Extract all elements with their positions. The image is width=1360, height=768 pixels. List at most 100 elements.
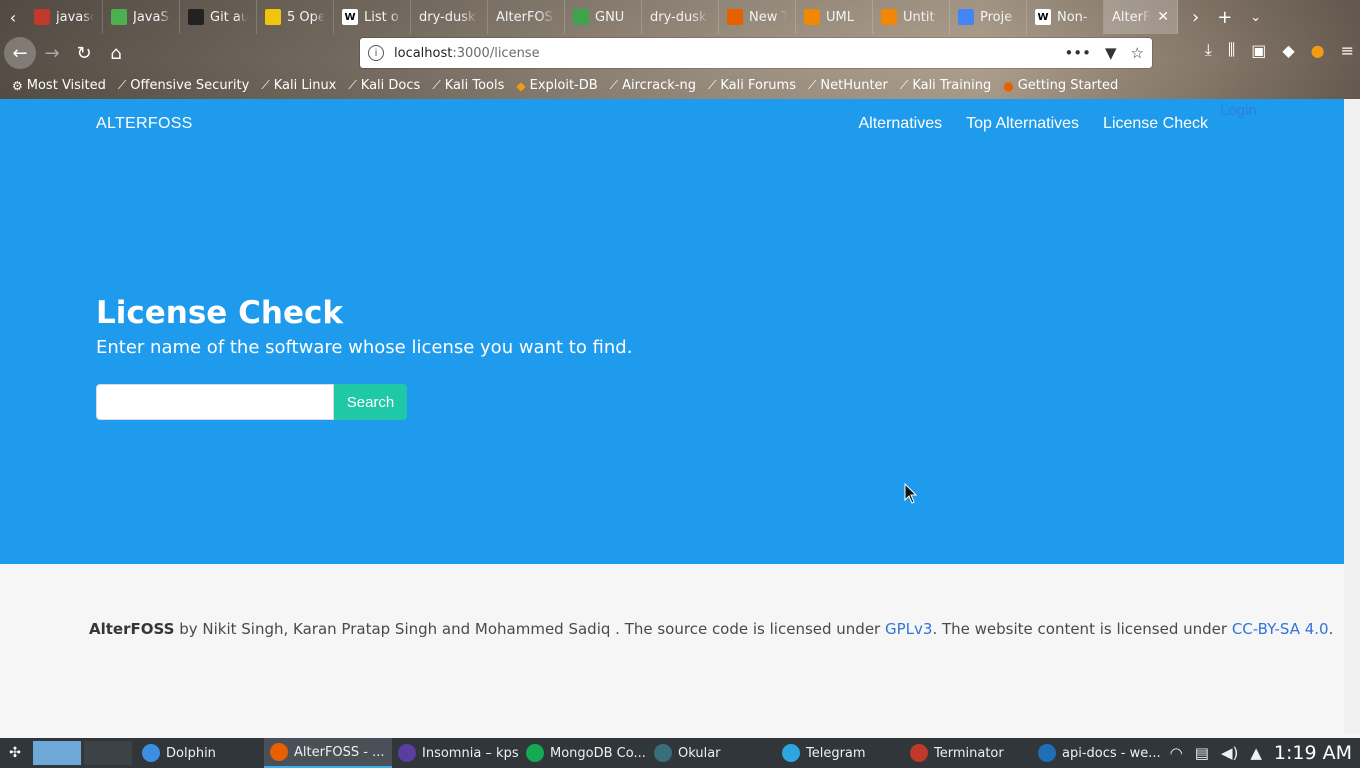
bookmark-label: NetHunter: [820, 78, 888, 93]
close-tab-icon[interactable]: ✕: [1157, 9, 1169, 25]
bookmark-item[interactable]: ● Getting Started: [1003, 78, 1118, 93]
tab-10[interactable]: UML: [796, 0, 873, 34]
virtual-desktop-2[interactable]: [84, 741, 132, 765]
draw-favicon: [804, 9, 820, 25]
bookmark-item[interactable]: ⟋ Kali Docs: [348, 78, 420, 93]
taskbar-task[interactable]: AlterFOSS - ...: [264, 738, 392, 768]
bookmark-item[interactable]: ◆ Exploit-DB: [516, 78, 597, 93]
tab-4[interactable]: W List o: [334, 0, 411, 34]
kali-dragon-icon: ⟋: [432, 78, 441, 92]
task-label: MongoDB Co...: [550, 745, 646, 761]
volume-icon[interactable]: ◀): [1221, 744, 1238, 762]
tab-7[interactable]: GNU: [565, 0, 642, 34]
home-icon[interactable]: ⌂: [100, 37, 132, 69]
task-label: Telegram: [806, 745, 866, 761]
taskbar-task[interactable]: MongoDB Co...: [520, 738, 648, 768]
search-input[interactable]: [96, 384, 334, 420]
gplv3-link[interactable]: GPLv3: [885, 620, 932, 638]
reload-icon[interactable]: ↻: [68, 37, 100, 69]
task-label: Dolphin: [166, 745, 216, 761]
task-label: Insomnia – kps: [422, 745, 519, 761]
clock[interactable]: 1:19 AM: [1274, 742, 1352, 764]
tab-label: AlterF: [1112, 9, 1151, 25]
page-title: License Check: [96, 295, 343, 331]
bookmark-label: Kali Linux: [273, 78, 337, 93]
clipboard-icon[interactable]: ▤: [1195, 744, 1209, 762]
search-form: Search: [96, 384, 407, 420]
tab-8[interactable]: dry-dusk: [642, 0, 719, 34]
bookmark-item[interactable]: ⟋ Kali Training: [900, 78, 991, 93]
address-bar[interactable]: i localhost:3000/license ••• ▼ ☆: [360, 38, 1152, 68]
mongodb-icon: [526, 744, 544, 762]
github-favicon: [188, 9, 204, 25]
forward-icon[interactable]: →: [36, 37, 68, 69]
tab-label: Non-: [1057, 9, 1088, 25]
tab-12[interactable]: Proje: [950, 0, 1027, 34]
tab-label: Proje: [980, 9, 1013, 25]
tab-label: UML: [826, 9, 854, 25]
tab-6[interactable]: AlterFOS: [488, 0, 565, 34]
expand-tray-icon[interactable]: ▲: [1250, 744, 1262, 762]
bookmark-item[interactable]: ⟋ Kali Tools: [432, 78, 504, 93]
bookmark-label: Exploit-DB: [529, 78, 598, 93]
task-label: api-docs - we...: [1062, 745, 1160, 761]
scroll-tabs-right-icon[interactable]: ›: [1192, 7, 1199, 28]
bookmark-item[interactable]: ⟋ Kali Forums: [708, 78, 796, 93]
page-scrollbar[interactable]: [1344, 99, 1360, 733]
gear-icon: ⚙: [12, 78, 23, 93]
list-tabs-icon[interactable]: ⌄: [1250, 10, 1261, 25]
site-info-icon[interactable]: i: [368, 45, 384, 61]
firefox-icon: [270, 743, 288, 761]
tab-0[interactable]: javasc: [26, 0, 103, 34]
bookmark-item[interactable]: ⟋ Offensive Security: [118, 78, 249, 93]
scroll-tabs-left-icon[interactable]: ‹: [0, 0, 26, 34]
extension-icon[interactable]: ◆: [1282, 41, 1294, 60]
tab-label: New T: [749, 9, 787, 25]
library-icon[interactable]: ⫼: [1228, 40, 1235, 60]
bookmark-item[interactable]: ⟋ NetHunter: [808, 78, 888, 93]
back-icon[interactable]: ←: [4, 37, 36, 69]
taskbar-task[interactable]: Okular: [648, 738, 776, 768]
tab-9[interactable]: New T: [719, 0, 796, 34]
tab-11[interactable]: Untit: [873, 0, 950, 34]
bookmark-label: Kali Forums: [720, 78, 796, 93]
menu-icon[interactable]: ≡: [1341, 41, 1354, 60]
tab-2[interactable]: Git au: [180, 0, 257, 34]
taskbar-task[interactable]: api-docs - we...: [1032, 738, 1160, 768]
nav-license-check[interactable]: License Check: [1103, 115, 1208, 133]
login-link[interactable]: Login: [1220, 102, 1257, 119]
bookmark-star-icon[interactable]: ☆: [1131, 44, 1144, 62]
bookmark-label: Kali Docs: [360, 78, 421, 93]
sidebar-icon[interactable]: ▣: [1251, 41, 1266, 60]
tab-label: AlterFOS: [496, 9, 553, 25]
nav-alternatives[interactable]: Alternatives: [859, 115, 943, 133]
bookmark-item[interactable]: ⚙ Most Visited: [12, 78, 106, 93]
extension-badge-icon[interactable]: ●: [1311, 41, 1325, 60]
tab-13[interactable]: W Non-: [1027, 0, 1104, 34]
site-brand[interactable]: ALTERFOSS: [96, 115, 193, 133]
app-launcher-icon[interactable]: ✣: [0, 738, 30, 768]
tab-1[interactable]: JavaSc: [103, 0, 180, 34]
tab-3[interactable]: 5 Ope: [257, 0, 334, 34]
taskbar-task[interactable]: Dolphin: [136, 738, 264, 768]
bookmark-item[interactable]: ⟋ Kali Linux: [261, 78, 336, 93]
nav-top-alternatives[interactable]: Top Alternatives: [966, 115, 1079, 133]
taskbar-task[interactable]: Telegram: [776, 738, 904, 768]
bookmarks-toolbar: ⚙ Most Visited ⟋ Offensive Security ⟋ Kali Li…: [0, 72, 1360, 99]
search-button[interactable]: Search: [334, 384, 407, 420]
offsec-icon: ⟋: [117, 78, 127, 92]
gnu-favicon: [573, 9, 589, 25]
tab-active[interactable]: AlterF ✕: [1104, 0, 1178, 34]
browser-chrome: ‹ javasc JavaSc Git au 5 Ope W List o dry-dusk…: [0, 0, 1360, 99]
pocket-icon[interactable]: ▼: [1105, 44, 1117, 62]
taskbar-task[interactable]: Insomnia – kps: [392, 738, 520, 768]
tab-5[interactable]: dry-dusk: [411, 0, 488, 34]
virtual-desktop-1[interactable]: [33, 741, 81, 765]
new-tab-icon[interactable]: +: [1217, 7, 1232, 28]
taskbar-task[interactable]: Terminator: [904, 738, 1032, 768]
downloads-icon[interactable]: ⤓: [1205, 40, 1212, 60]
bookmark-item[interactable]: ⟋ Aircrack-ng: [610, 78, 696, 93]
cc-by-sa-link[interactable]: CC-BY-SA 4.0: [1232, 620, 1329, 638]
wifi-icon[interactable]: ◠: [1170, 744, 1183, 762]
page-actions-icon[interactable]: •••: [1064, 44, 1091, 62]
